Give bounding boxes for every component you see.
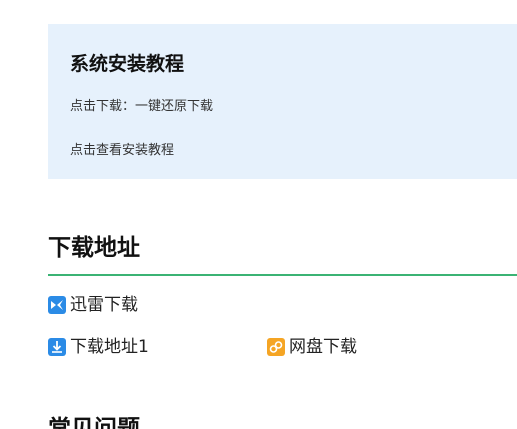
netdisk-download-label: 网盘下载: [289, 337, 357, 357]
download-address-1-label: 下载地址1: [70, 337, 149, 357]
download-section-title: 下载地址: [48, 235, 140, 261]
one-click-restore-download-link[interactable]: 一键还原下载: [135, 99, 213, 114]
download-prefix: 点击下载：: [70, 99, 136, 114]
page: 系统安装教程 点击下载：一键还原下载 点击查看安装教程 下载地址 迅雷下载 下载…: [0, 0, 517, 429]
tutorial-title: 系统安装教程: [70, 53, 185, 75]
view-tutorial-link[interactable]: 点击查看安装教程: [70, 142, 174, 160]
tutorial-box: 系统安装教程 点击下载：一键还原下载 点击查看安装教程: [48, 24, 517, 179]
download-arrow-icon: [48, 338, 66, 356]
xunlei-icon: [48, 296, 66, 314]
xunlei-download-label: 迅雷下载: [70, 295, 138, 315]
xunlei-download-link[interactable]: 迅雷下载: [48, 294, 138, 316]
netdisk-download-link[interactable]: 网盘下载: [267, 336, 357, 358]
section-divider: [48, 274, 517, 276]
netdisk-icon: [267, 338, 285, 356]
download-line: 点击下载：一键还原下载: [70, 98, 213, 116]
download-address-1-link[interactable]: 下载地址1: [48, 336, 149, 358]
faq-section-title: 常见问题: [48, 416, 140, 429]
